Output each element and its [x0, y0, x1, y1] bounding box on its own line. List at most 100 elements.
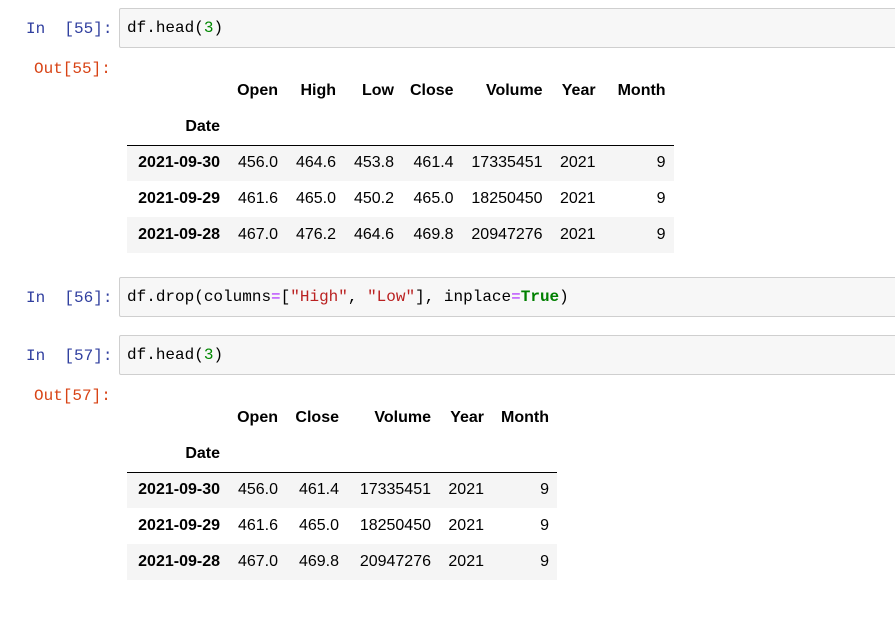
code-token: df [127, 346, 147, 364]
table-row: 2021-09-30 456.0 464.6 453.8 461.4 17335… [127, 145, 674, 181]
code-input-57[interactable]: df.head(3) [119, 335, 895, 375]
row-index: 2021-09-28 [138, 226, 220, 243]
in-prompt-57: In [57]: [26, 347, 113, 365]
table-row: 2021-09-28 467.0 476.2 464.6 469.8 20947… [127, 217, 674, 253]
code-input-56[interactable]: df.drop(columns=["High", "Low"], inplace… [119, 277, 895, 317]
table-cell: 2021 [559, 154, 596, 172]
table-cell: 461.6 [237, 190, 278, 207]
table-cell: 2021 [559, 190, 596, 207]
code-input-55[interactable]: df.head(3) [119, 8, 895, 48]
empty-header [604, 109, 674, 145]
code-token: df [127, 288, 147, 306]
table-cell: 461.4 [298, 481, 339, 499]
table-cell: 469.8 [413, 226, 454, 243]
code-token: head [155, 19, 195, 37]
column-header: Open [237, 409, 278, 426]
empty-header [228, 436, 286, 472]
table-cell: 18250450 [359, 517, 431, 534]
code-token: , [347, 288, 368, 306]
empty-header [439, 436, 492, 472]
table-row: 2021-09-29 461.6 465.0 18250450 2021 9 [127, 508, 557, 544]
code-token: drop [155, 288, 195, 306]
column-header: Month [501, 409, 549, 426]
table-cell: 465.0 [413, 190, 454, 207]
table-cell: 17335451 [359, 481, 431, 499]
table-cell: 456.0 [237, 154, 278, 172]
table-cell: 9 [656, 226, 666, 243]
column-header: High [300, 82, 336, 99]
table-cell: 450.2 [353, 190, 394, 207]
table-cell: 2021 [448, 481, 484, 499]
table-cell: 461.6 [237, 517, 278, 534]
index-name-row: Date [127, 436, 557, 472]
code-token: df [127, 19, 147, 37]
dataframe-output-57: Open Close Volume Year Month Date 2021-0… [127, 400, 557, 580]
code-token: 3 [203, 19, 214, 37]
empty-header [402, 109, 462, 145]
empty-header [347, 436, 439, 472]
code-token: ( [194, 288, 204, 306]
code-token: head [155, 346, 195, 364]
table-cell: 2021 [448, 553, 484, 570]
code-token: inplace [443, 288, 512, 306]
column-header: Low [362, 82, 394, 99]
table-cell: 465.0 [298, 517, 339, 534]
code-token: "High" [290, 288, 348, 306]
code-token: = [271, 288, 281, 306]
column-header: Close [295, 409, 339, 426]
table-cell: 9 [540, 481, 549, 499]
table-row: 2021-09-29 461.6 465.0 450.2 465.0 18250… [127, 181, 674, 217]
table-cell: 2021 [559, 226, 596, 243]
in-prompt-55: In [55]: [26, 20, 113, 38]
code-token: = [511, 288, 521, 306]
code-token: 3 [203, 346, 214, 364]
code-token: . [146, 288, 156, 306]
code-token: columns [203, 288, 272, 306]
table-cell: 9 [656, 190, 666, 207]
dataframe-output-55: Open High Low Close Volume Year Month Da… [127, 73, 674, 253]
code-token: ( [194, 346, 204, 364]
table-row: 2021-09-28 467.0 469.8 20947276 2021 9 [127, 544, 557, 580]
out-prompt-57: Out[57]: [34, 387, 111, 405]
out-prompt-55: Out[55]: [34, 60, 111, 78]
code-token: ) [213, 346, 224, 364]
table-cell: 467.0 [237, 553, 278, 570]
table-cell: 20947276 [359, 553, 431, 570]
table-cell: 469.8 [298, 553, 339, 570]
table-row: 2021-09-30 456.0 461.4 17335451 2021 9 [127, 472, 557, 508]
table-cell: 20947276 [471, 226, 543, 243]
table-cell: 18250450 [471, 190, 543, 207]
index-name-row: Date [127, 109, 674, 145]
table-cell: 476.2 [295, 226, 336, 243]
table-cell: 456.0 [237, 481, 278, 499]
index-header-blank [127, 400, 228, 436]
index-name: Date [185, 117, 220, 135]
row-index: 2021-09-30 [138, 154, 220, 172]
code-token: ( [194, 19, 204, 37]
column-header: Volume [485, 82, 543, 99]
header-row: Open Close Volume Year Month [127, 400, 557, 436]
table-cell: 17335451 [471, 154, 543, 172]
column-header: Year [561, 82, 596, 99]
column-header: Open [237, 82, 278, 99]
empty-header [286, 436, 347, 472]
column-header: Month [617, 82, 666, 99]
code-token: ) [559, 288, 569, 306]
code-token: . [146, 19, 156, 37]
row-index: 2021-09-28 [138, 553, 220, 570]
empty-header [492, 436, 557, 472]
column-header: Close [410, 82, 454, 99]
empty-header [462, 109, 551, 145]
table-cell: 2021 [448, 517, 484, 534]
header-row: Open High Low Close Volume Year Month [127, 73, 674, 109]
empty-header [551, 109, 604, 145]
table-cell: 9 [540, 517, 549, 534]
in-prompt-56: In [56]: [26, 289, 113, 307]
row-index: 2021-09-29 [138, 517, 220, 534]
code-token: True [520, 288, 560, 306]
table-cell: 464.6 [353, 226, 394, 243]
row-index: 2021-09-30 [138, 481, 220, 499]
table-cell: 464.6 [295, 154, 336, 172]
column-header: Year [450, 409, 484, 426]
code-token: . [146, 346, 156, 364]
